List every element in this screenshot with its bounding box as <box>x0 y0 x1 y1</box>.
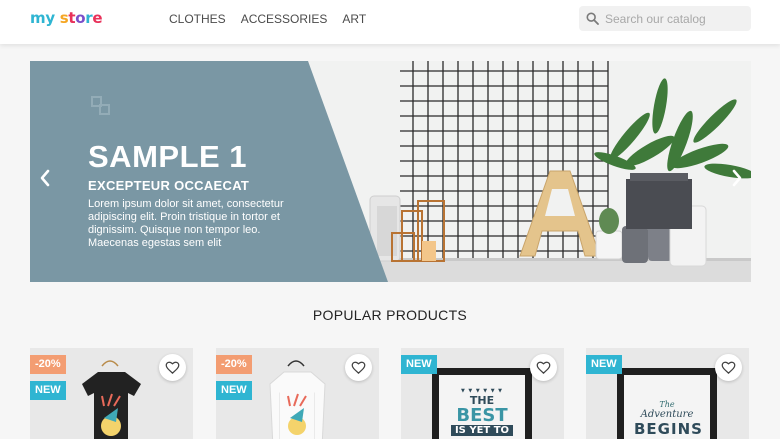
poster-line-3: IS YET TO <box>451 425 513 436</box>
carousel-caption: SAMPLE 1 EXCEPTEUR OCCAECAT Lorem ipsum … <box>88 141 303 250</box>
hero-carousel: SAMPLE 1 EXCEPTEUR OCCAECAT Lorem ipsum … <box>30 61 751 282</box>
popular-products-title: POPULAR PRODUCTS <box>312 307 468 323</box>
heart-icon <box>351 361 366 374</box>
search-icon[interactable] <box>586 12 599 25</box>
logo-part-my: my <box>30 9 55 27</box>
chevron-right-icon[interactable] <box>730 169 744 187</box>
new-badge: NEW <box>30 381 66 400</box>
nav-item-art[interactable]: ART <box>342 12 366 26</box>
logo-part-store: store <box>59 9 103 27</box>
search-input[interactable] <box>605 6 747 31</box>
site-header: my store CLOTHES ACCESSORIES ART <box>0 0 780 44</box>
discount-badge: -20% <box>216 355 252 374</box>
new-badge: NEW <box>586 355 622 374</box>
nav-item-clothes[interactable]: CLOTHES <box>169 12 226 26</box>
new-badge: NEW <box>216 381 252 400</box>
poster-line-3: BEGINS <box>634 420 703 438</box>
carousel-text: Lorem ipsum dolor sit amet, consectetur … <box>88 198 284 249</box>
poster-line-2: BEST <box>456 405 508 426</box>
heart-icon <box>721 361 736 374</box>
search-box <box>579 6 751 31</box>
heart-icon <box>536 361 551 374</box>
store-logo[interactable]: my store <box>30 9 103 27</box>
discount-badge: -20% <box>30 355 66 374</box>
wishlist-button[interactable] <box>159 354 186 381</box>
nav-item-accessories[interactable]: ACCESSORIES <box>241 12 328 26</box>
carousel-title: SAMPLE 1 <box>88 139 248 174</box>
wishlist-button[interactable] <box>530 354 557 381</box>
product-card[interactable]: -20% NEW <box>30 348 193 439</box>
product-card[interactable]: -20% NEW <box>216 348 379 439</box>
product-card[interactable]: The Adventure BEGINS NEW <box>586 348 749 439</box>
new-badge: NEW <box>401 355 437 374</box>
poster-line-2: Adventure <box>640 409 694 420</box>
chevron-left-icon[interactable] <box>38 169 52 187</box>
wishlist-button[interactable] <box>345 354 372 381</box>
poster-line-1: The <box>659 400 675 409</box>
carousel-subtitle: EXCEPTEUR OCCAECAT <box>88 178 250 193</box>
wishlist-button[interactable] <box>715 354 742 381</box>
product-card[interactable]: ▼ ▼ ▼ ▼ ▼ ▼ THE BEST IS YET TO NEW <box>401 348 564 439</box>
main-nav: CLOTHES ACCESSORIES ART <box>169 12 366 26</box>
heart-icon <box>165 361 180 374</box>
